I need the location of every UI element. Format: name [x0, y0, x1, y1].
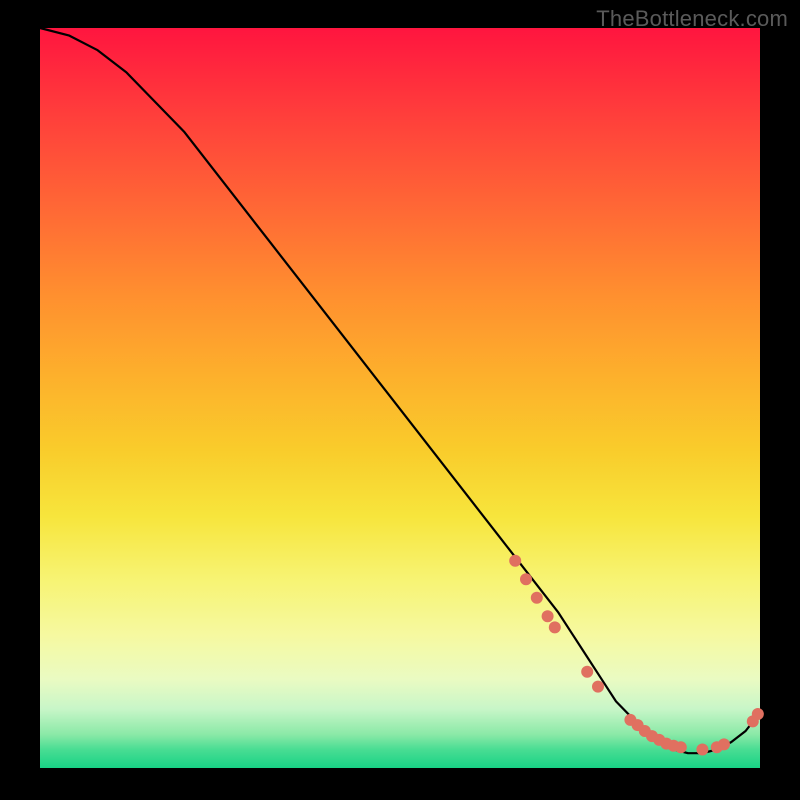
marker-dot: [675, 741, 687, 753]
marker-dot: [520, 573, 532, 585]
marker-dot: [531, 592, 543, 604]
chart-stage: TheBottleneck.com: [0, 0, 800, 800]
bottleneck-curve: [40, 28, 760, 753]
highlight-dots: [509, 555, 764, 756]
marker-dot: [549, 621, 561, 633]
marker-dot: [509, 555, 521, 567]
marker-dot: [592, 681, 604, 693]
marker-dot: [542, 610, 554, 622]
marker-dot: [696, 744, 708, 756]
marker-dot: [581, 666, 593, 678]
plot-area: [40, 28, 760, 768]
curve-svg: [40, 28, 760, 768]
marker-dot: [718, 738, 730, 750]
marker-dot: [752, 708, 764, 720]
